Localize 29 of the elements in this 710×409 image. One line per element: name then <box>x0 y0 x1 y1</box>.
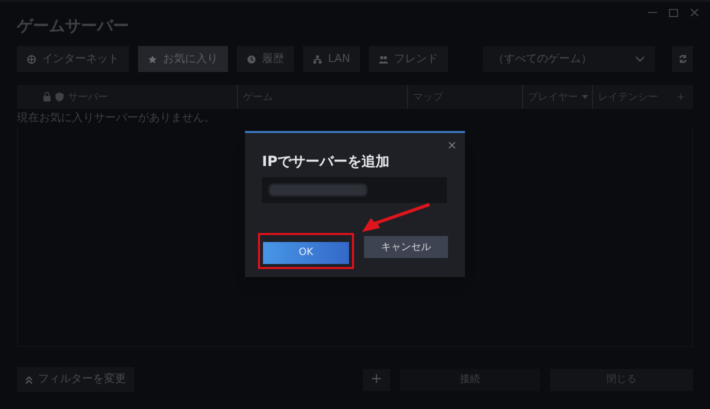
shield-icon <box>55 92 64 102</box>
lock-icon <box>43 92 51 102</box>
tab[interactable]: お気に入り <box>138 46 228 72</box>
pointer-arrow <box>361 202 431 233</box>
game-filter-dropdown[interactable]: （すべてのゲーム） <box>483 46 656 72</box>
clock-icon <box>247 54 256 64</box>
refresh-icon <box>678 54 688 64</box>
network-icon <box>313 54 322 64</box>
close-icon[interactable] <box>690 8 699 17</box>
tab[interactable]: 履歴 <box>237 46 294 72</box>
refresh-button[interactable] <box>672 46 693 72</box>
star-icon <box>148 54 157 64</box>
filter-button[interactable]: フィルターを変更 <box>17 367 134 392</box>
people-icon <box>379 54 388 64</box>
ip-input-field[interactable] <box>262 177 447 203</box>
chevron-down-icon <box>635 56 646 62</box>
sort-down-icon <box>582 95 588 99</box>
add-server-button[interactable]: + <box>363 368 390 390</box>
dialog-title: IPでサーバーを追加 <box>262 155 390 169</box>
tab[interactable]: インターネット <box>17 46 129 72</box>
globe-icon <box>27 54 36 64</box>
tab[interactable]: LAN <box>303 46 360 72</box>
add-column-icon[interactable]: + <box>676 90 685 104</box>
tab[interactable]: フレンド <box>369 46 448 72</box>
maximize-icon[interactable] <box>669 8 678 16</box>
ok-button[interactable]: OK <box>263 242 349 264</box>
double-chevron-up-icon <box>25 376 33 384</box>
dialog-close-button[interactable]: × <box>446 139 457 151</box>
cancel-button[interactable]: キャンセル <box>364 236 448 258</box>
